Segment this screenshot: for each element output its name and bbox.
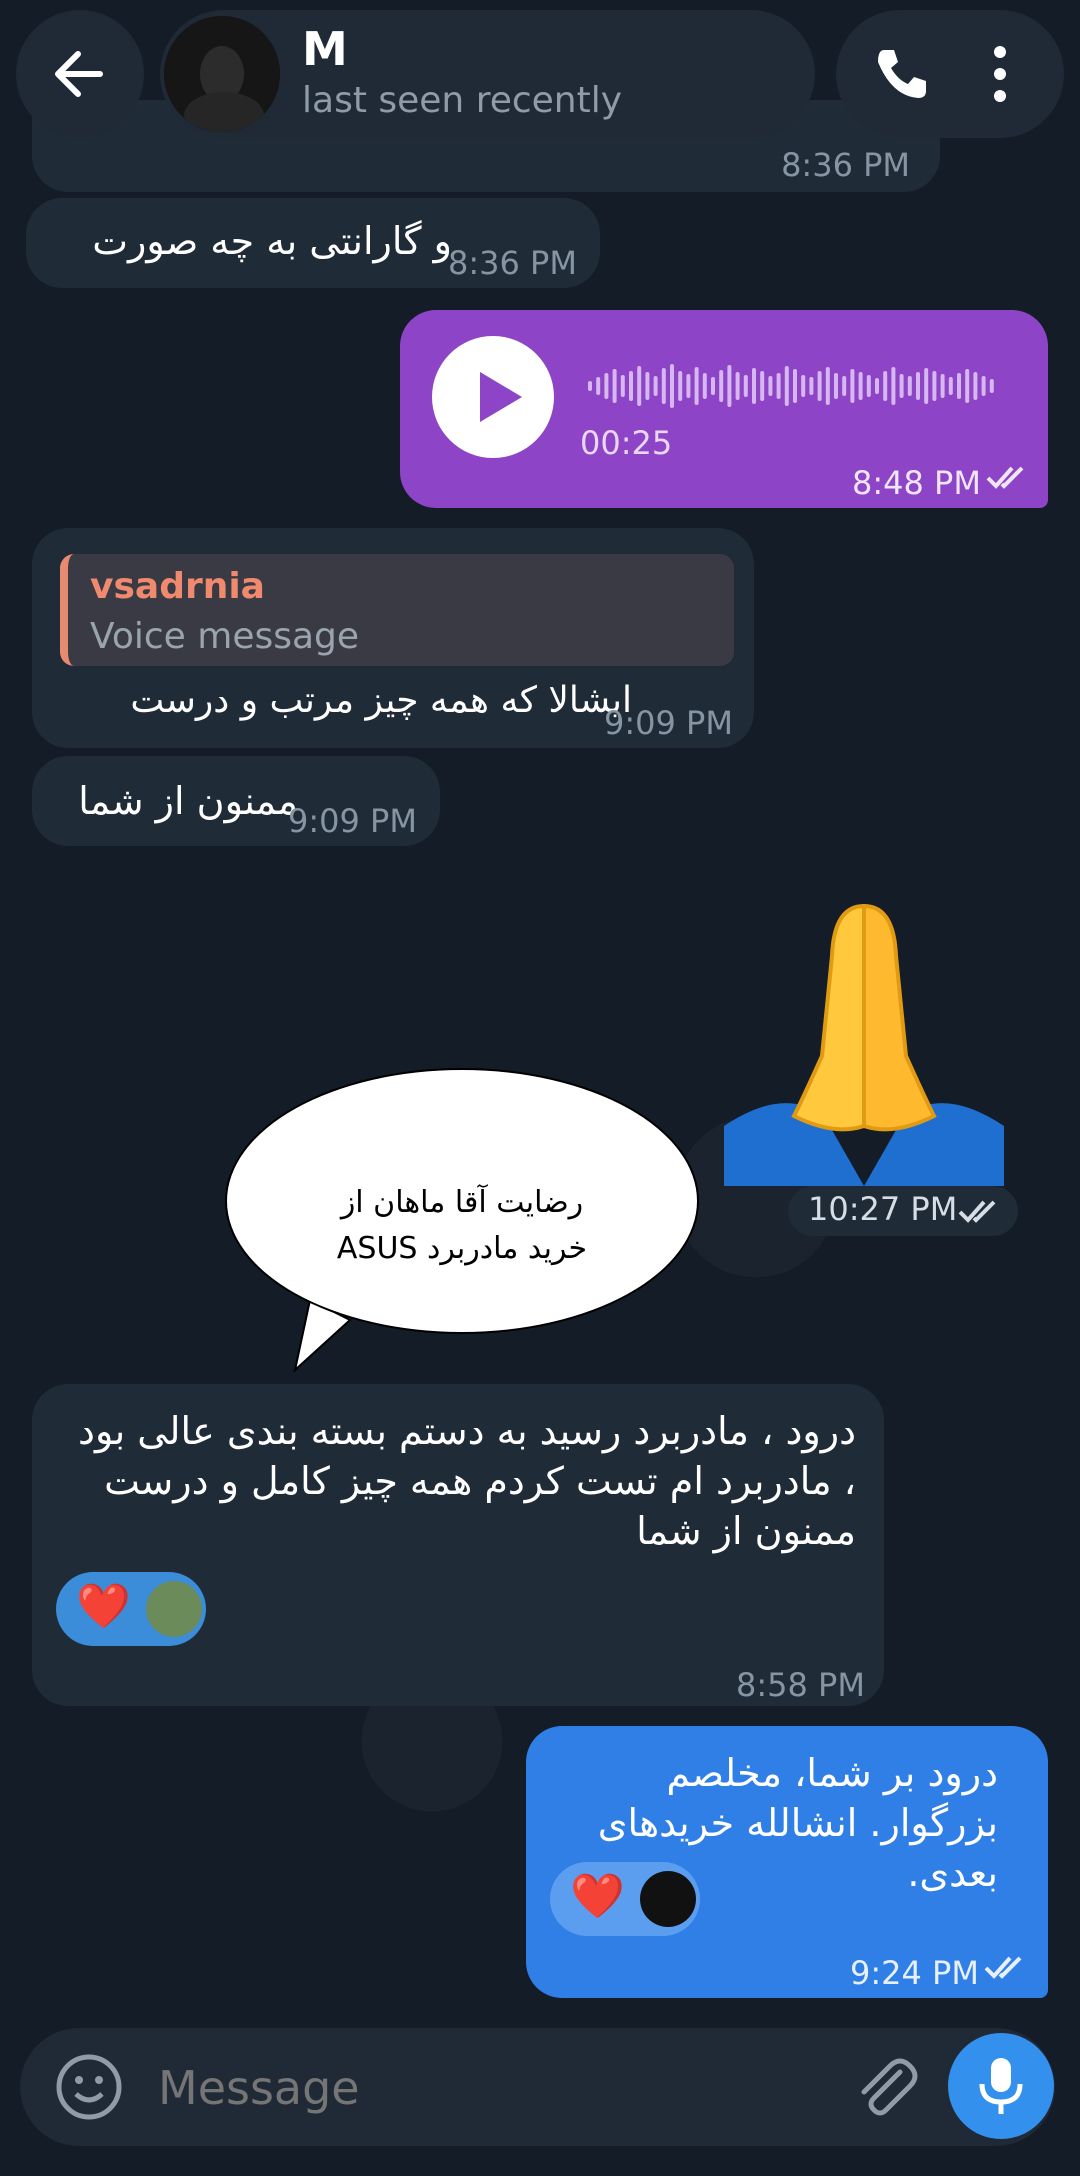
contact-name: M <box>302 22 348 76</box>
emoji-icon[interactable] <box>54 2052 124 2122</box>
emoji-time-pill: 10:27 PM <box>788 1186 1018 1236</box>
reactor-avatar <box>146 1581 202 1637</box>
message-text: ممنون از شما <box>78 779 298 823</box>
read-check-icon <box>986 466 1024 489</box>
message-time: 8:36 PM <box>448 244 577 282</box>
speech-bubble-annotation: رضایت آقا ماهان از خرید مادربرد ASUS <box>225 1068 699 1334</box>
message-input[interactable] <box>156 2052 720 2124</box>
heart-reaction-icon: ❤️ <box>76 1581 131 1632</box>
reactor-avatar <box>640 1871 696 1927</box>
message-time: 8:58 PM <box>736 1666 865 1704</box>
message-bubble[interactable]: ممنون از شما 9:09 PM <box>32 756 440 846</box>
message-text: درود ، مادربرد رسید به دستم بسته بندی عا… <box>78 1409 856 1553</box>
read-check-icon <box>984 1956 1022 1979</box>
speech-text: رضایت آقا ماهان از خرید مادربرد ASUS <box>336 1185 588 1266</box>
reply-text: Voice message <box>90 616 360 657</box>
message-time: 8:36 PM <box>781 146 910 184</box>
message-text: ایشالا که همه چیز مرتب و درست <box>130 680 632 721</box>
header-actions <box>836 10 1064 138</box>
message-text: و گارانتی به چه صورت <box>92 219 452 263</box>
reaction-pill[interactable]: ❤️ <box>550 1862 700 1936</box>
message-time: 9:24 PM <box>850 1954 979 1992</box>
heart-reaction-icon: ❤️ <box>570 1871 625 1922</box>
contact-status: last seen recently <box>302 80 623 121</box>
waveform <box>588 364 994 408</box>
microphone-icon <box>979 2058 1023 2114</box>
reaction-pill[interactable]: ❤️ <box>56 1572 206 1646</box>
play-icon <box>480 372 522 422</box>
voice-message-bubble[interactable]: 00:25 8:48 PM <box>400 310 1048 508</box>
back-button[interactable] <box>16 10 144 138</box>
message-time: 10:27 PM <box>808 1190 958 1228</box>
play-button[interactable] <box>432 336 554 458</box>
read-check-icon <box>958 1200 996 1223</box>
reply-author: vsadrnia <box>90 566 265 607</box>
message-input-bar <box>20 2028 1055 2146</box>
attach-icon[interactable] <box>850 2052 920 2122</box>
message-time: 9:09 PM <box>604 704 733 742</box>
message-bubble[interactable]: درود ، مادربرد رسید به دستم بسته بندی عا… <box>32 1384 884 1706</box>
message-bubble[interactable]: vsadrnia Voice message ایشالا که همه چیز… <box>32 528 754 748</box>
voice-duration: 00:25 <box>580 424 673 462</box>
message-bubble[interactable]: و گارانتی به چه صورت 8:36 PM <box>26 198 600 288</box>
more-options-icon[interactable] <box>990 44 1010 104</box>
message-time: 8:48 PM <box>852 464 981 502</box>
back-arrow-icon <box>55 51 103 97</box>
message-time: 9:09 PM <box>288 802 417 840</box>
message-bubble[interactable]: درود بر شما، مخلصم بزرگوار. انشالله خرید… <box>526 1726 1048 1998</box>
phone-icon[interactable] <box>870 44 930 104</box>
avatar-figure <box>164 16 280 132</box>
praying-hands-emoji[interactable] <box>724 886 1004 1186</box>
reply-preview[interactable]: vsadrnia Voice message <box>60 554 734 666</box>
voice-record-button[interactable] <box>948 2033 1054 2139</box>
contact-avatar[interactable] <box>164 16 280 132</box>
